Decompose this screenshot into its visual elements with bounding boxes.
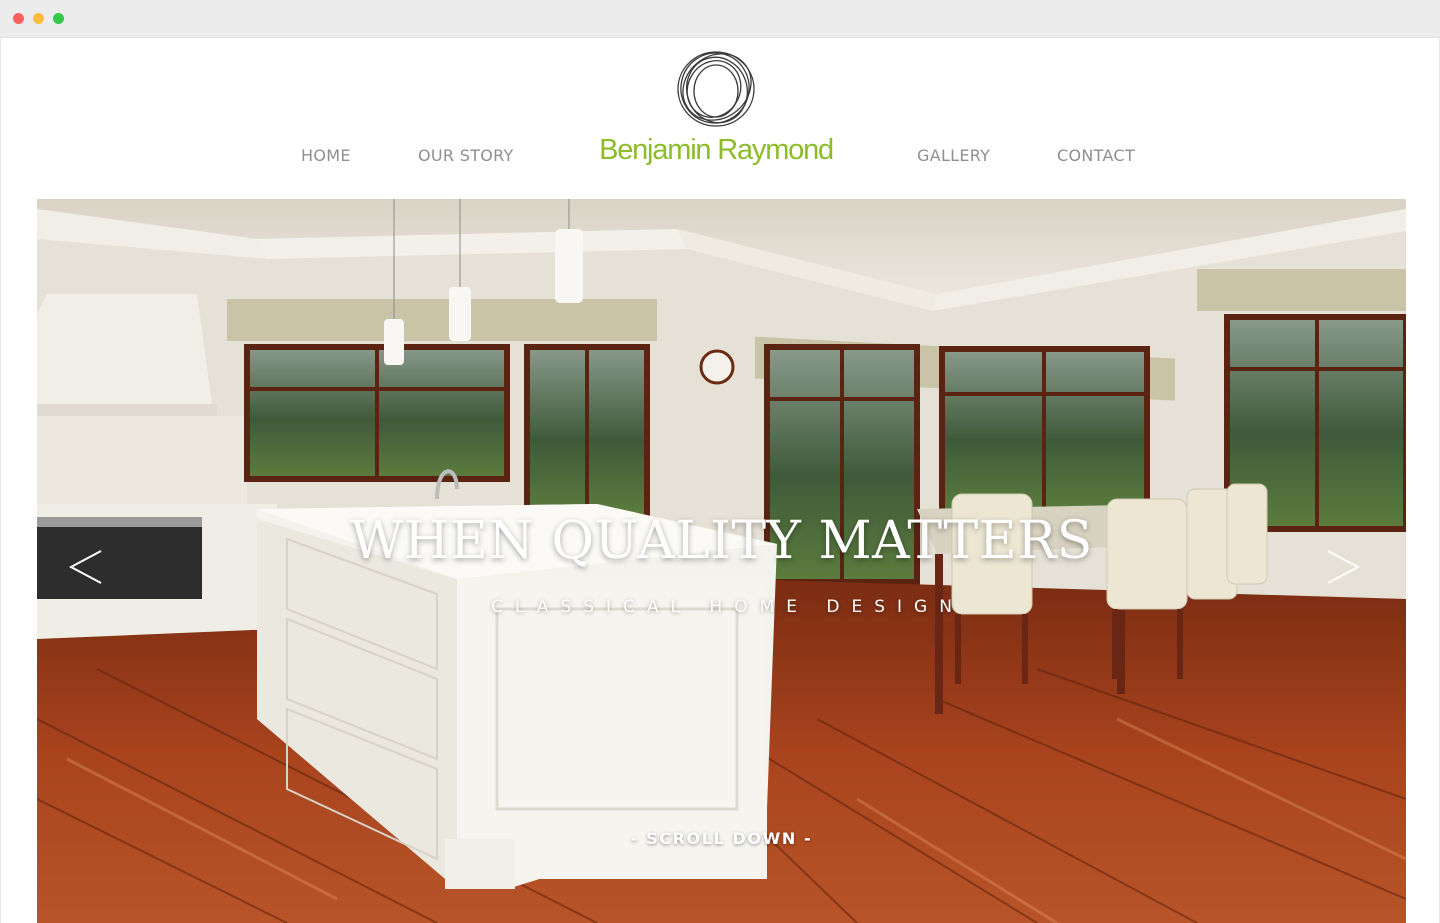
hero-subtitle: CLASSICAL HOME DESIGN bbox=[491, 597, 964, 617]
brand-name[interactable]: Benjamin Raymond bbox=[561, 134, 871, 167]
chevron-left-icon[interactable] bbox=[67, 549, 107, 585]
chevron-right-icon[interactable] bbox=[1322, 549, 1362, 585]
nav-gallery[interactable]: GALLERY bbox=[917, 146, 990, 165]
nav-our-story[interactable]: OUR STORY bbox=[418, 146, 514, 165]
scribble-circle-logo-icon[interactable] bbox=[673, 48, 759, 130]
hero-slider: WHEN QUALITY MATTERS CLASSICAL HOME DESI… bbox=[37, 199, 1406, 923]
hero-title: WHEN QUALITY MATTERS bbox=[350, 511, 1093, 571]
web-page: HOME OUR STORY Benjamin Raymond GALLERY … bbox=[0, 38, 1440, 923]
nav-contact[interactable]: CONTACT bbox=[1057, 146, 1135, 165]
close-window-button[interactable] bbox=[13, 13, 24, 24]
browser-titlebar bbox=[0, 0, 1440, 38]
maximize-window-button[interactable] bbox=[53, 13, 64, 24]
nav-home[interactable]: HOME bbox=[301, 146, 351, 165]
minimize-window-button[interactable] bbox=[33, 13, 44, 24]
scroll-down-link[interactable]: - SCROLL DOWN - bbox=[37, 829, 1406, 848]
